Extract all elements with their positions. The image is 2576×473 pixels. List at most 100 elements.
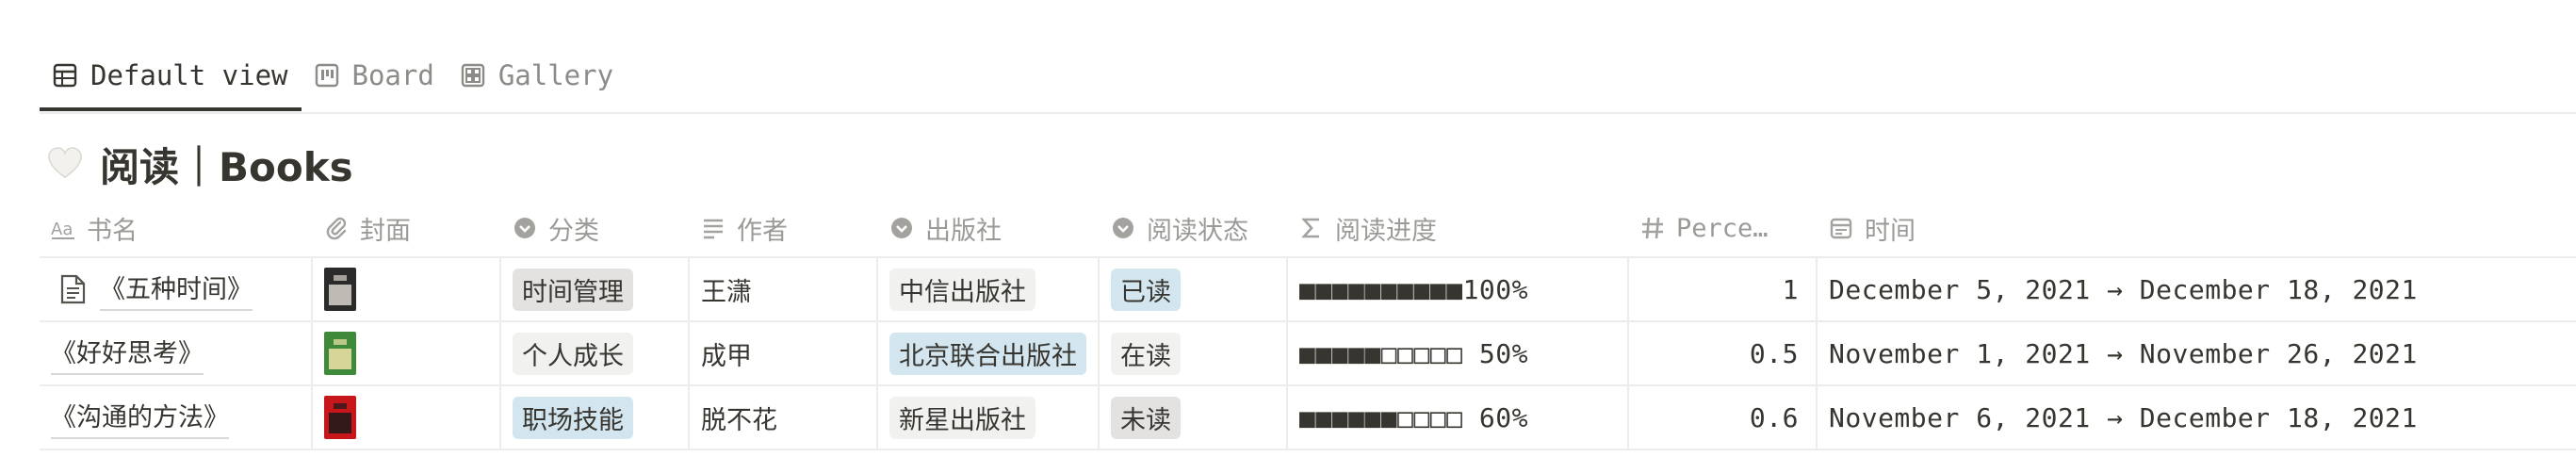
status-cell[interactable]: 未读 (1100, 386, 1288, 449)
title-aa-icon: Aa (51, 220, 74, 239)
percent-value: 0.5 (1749, 337, 1799, 369)
calendar-icon (1830, 218, 1852, 239)
sigma-icon (1301, 218, 1319, 238)
date-range: November 1, 2021 → November 26, 2021 (1829, 337, 2418, 369)
progress-cell[interactable]: ■■■■■■■■■■100% (1288, 258, 1629, 320)
category-cell[interactable]: 时间管理 (501, 258, 690, 320)
column-header-title[interactable]: Aa 书名 (40, 200, 313, 256)
books-table: Aa 书名 封面 分类 作者 出版社 阅读状态 阅读进度 Perce… 时间 《… (40, 200, 2576, 450)
table-row[interactable]: 《五种时间》 时间管理 王潇 中信出版社 已读 ■■■■■■■■■■100% 1 Decemb… (40, 258, 2576, 322)
table-header: Aa 书名 封面 分类 作者 出版社 阅读状态 阅读进度 Perce… 时间 (40, 200, 2576, 258)
percent-value: 1 (1782, 273, 1799, 305)
table-icon (53, 63, 77, 88)
column-label: 作者 (737, 216, 788, 246)
column-header-percent[interactable]: Perce… (1629, 200, 1818, 256)
percent-value: 0.6 (1749, 401, 1799, 433)
date-range: November 6, 2021 → December 18, 2021 (1829, 401, 2418, 433)
category-cell[interactable]: 职场技能 (501, 386, 690, 449)
author: 王潇 (701, 277, 752, 307)
column-label: 分类 (548, 216, 599, 246)
select-icon (514, 218, 535, 238)
cover-cell[interactable] (313, 258, 501, 320)
column-header-category[interactable]: 分类 (501, 200, 690, 256)
attachment-icon (326, 217, 347, 240)
column-label: Perce… (1676, 213, 1769, 243)
percent-cell[interactable]: 0.6 (1629, 386, 1818, 449)
date-cell[interactable]: November 6, 2021 → December 18, 2021 (1818, 386, 2576, 449)
column-label: 封面 (360, 216, 411, 246)
gallery-icon (461, 63, 485, 88)
select-icon (891, 218, 912, 238)
progress-bar-text: ■■■■■■■■■■100% (1299, 273, 1529, 305)
book-title[interactable]: 《五种时间》 (100, 269, 253, 311)
column-label: 出版社 (925, 216, 1002, 246)
tab-label: Board (351, 59, 434, 91)
book-title-cell[interactable]: 《好好思考》 (40, 322, 313, 384)
page-icon (60, 274, 86, 304)
white-heart-icon (48, 147, 82, 179)
column-label: 阅读进度 (1335, 216, 1437, 246)
author-cell[interactable]: 王潇 (690, 258, 878, 320)
tab-gallery[interactable]: Gallery (448, 53, 627, 98)
author-cell[interactable]: 脱不花 (690, 386, 878, 449)
svg-text:Aa: Aa (51, 220, 73, 239)
book-title[interactable]: 《沟通的方法》 (51, 397, 229, 439)
book-cover-image[interactable] (324, 332, 356, 375)
date-cell[interactable]: December 5, 2021 → December 18, 2021 (1818, 258, 2576, 320)
cover-cell[interactable] (313, 386, 501, 449)
publisher-cell[interactable]: 北京联合出版社 (878, 322, 1100, 384)
publisher-tag: 新星出版社 (889, 396, 1035, 439)
book-title-cell[interactable]: 《五种时间》 (40, 258, 313, 320)
text-lines-icon (704, 219, 723, 239)
progress-bar-text: ■■■■■■□□□□ 60% (1299, 401, 1529, 433)
hash-icon (1642, 217, 1663, 239)
column-label: 阅读状态 (1147, 216, 1248, 246)
column-header-cover[interactable]: 封面 (313, 200, 501, 256)
select-icon (1113, 218, 1133, 238)
column-label: 时间 (1865, 216, 1916, 246)
table-row[interactable]: 《好好思考》 个人成长 成甲 北京联合出版社 在读 ■■■■■□□□□□ 50% 0.5 No… (40, 322, 2576, 386)
category-tag: 时间管理 (513, 268, 633, 311)
category-cell[interactable]: 个人成长 (501, 322, 690, 384)
column-header-date[interactable]: 时间 (1818, 200, 2576, 256)
progress-cell[interactable]: ■■■■■■□□□□ 60% (1288, 386, 1629, 449)
publisher-tag: 北京联合出版社 (889, 332, 1086, 375)
author: 成甲 (701, 341, 752, 371)
category-tag: 职场技能 (513, 396, 633, 439)
status-cell[interactable]: 已读 (1100, 258, 1288, 320)
column-label: 书名 (87, 216, 138, 246)
date-range: December 5, 2021 → December 18, 2021 (1829, 273, 2418, 305)
author-cell[interactable]: 成甲 (690, 322, 878, 384)
book-title[interactable]: 《好好思考》 (51, 333, 204, 375)
progress-cell[interactable]: ■■■■■□□□□□ 50% (1288, 322, 1629, 384)
publisher-cell[interactable]: 中信出版社 (878, 258, 1100, 320)
book-title-cell[interactable]: 《沟通的方法》 (40, 386, 313, 449)
column-header-publisher[interactable]: 出版社 (878, 200, 1100, 256)
tab-label: Default view (90, 59, 288, 91)
column-header-progress[interactable]: 阅读进度 (1288, 200, 1629, 256)
date-cell[interactable]: November 1, 2021 → November 26, 2021 (1818, 322, 2576, 384)
status-tag: 在读 (1111, 332, 1181, 375)
database-title[interactable]: 阅读｜Books (47, 138, 353, 190)
status-cell[interactable]: 在读 (1100, 322, 1288, 384)
book-cover-image[interactable] (324, 268, 356, 311)
column-header-author[interactable]: 作者 (690, 200, 878, 256)
publisher-cell[interactable]: 新星出版社 (878, 386, 1100, 449)
category-tag: 个人成长 (513, 332, 633, 375)
book-cover-image[interactable] (324, 396, 356, 439)
status-tag: 已读 (1111, 268, 1181, 311)
tab-default-view[interactable]: Default view (40, 53, 302, 111)
percent-cell[interactable]: 0.5 (1629, 322, 1818, 384)
tab-board[interactable]: Board (302, 53, 448, 98)
board-icon (315, 63, 338, 88)
progress-bar-text: ■■■■■□□□□□ 50% (1299, 337, 1529, 369)
status-tag: 未读 (1111, 396, 1181, 439)
tabs-divider (40, 112, 2576, 114)
view-tabs: Default view Board Gallery (40, 53, 627, 113)
table-row[interactable]: 《沟通的方法》 职场技能 脱不花 新星出版社 未读 ■■■■■■□□□□ 60% 0.6 No… (40, 386, 2576, 450)
cover-cell[interactable] (313, 322, 501, 384)
column-header-status[interactable]: 阅读状态 (1100, 200, 1288, 256)
tab-label: Gallery (497, 59, 614, 91)
percent-cell[interactable]: 1 (1629, 258, 1818, 320)
publisher-tag: 中信出版社 (889, 268, 1035, 311)
